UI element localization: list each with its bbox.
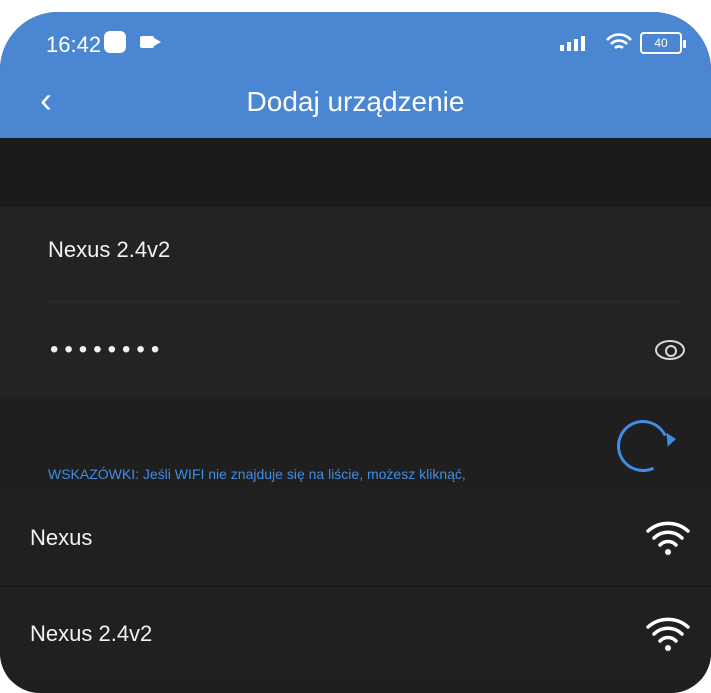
camera-icon xyxy=(140,36,161,48)
signal-icon xyxy=(560,36,585,51)
hint-text: WSKAZÓWKI: Jeśli WIFI nie znajduje się n… xyxy=(48,466,466,482)
password-field[interactable]: •••••••• xyxy=(0,302,711,398)
refresh-icon[interactable] xyxy=(609,412,677,480)
battery-icon: 40 xyxy=(640,32,686,54)
phone-screen: 16:42 40 ‹ Dodaj urządzenie Nexus 2.4v2 … xyxy=(0,12,711,693)
wifi-strength-icon xyxy=(643,607,693,657)
notification-icon xyxy=(104,31,126,53)
wifi-ssid-field[interactable]: Nexus 2.4v2 xyxy=(0,207,711,301)
wifi-strength-icon xyxy=(643,511,693,561)
password-value[interactable]: •••••••• xyxy=(50,336,165,364)
spacer xyxy=(0,138,711,206)
ssid-value[interactable]: Nexus 2.4v2 xyxy=(48,237,170,263)
list-item[interactable]: Nexus 2.4v2 xyxy=(0,587,711,681)
list-item[interactable]: Nexus xyxy=(0,491,711,585)
wifi-network-name: Nexus xyxy=(30,525,93,550)
header-bar: 16:42 40 ‹ Dodaj urządzenie xyxy=(0,12,711,138)
status-time: 16:42 xyxy=(46,32,102,57)
hint-area: WSKAZÓWKI: Jeśli WIFI nie znajduje się n… xyxy=(0,398,711,491)
wifi-status-icon xyxy=(605,32,633,57)
page-title: Dodaj urządzenie xyxy=(246,86,465,117)
wifi-network-name: Nexus 2.4v2 xyxy=(30,621,153,646)
eye-icon[interactable] xyxy=(655,340,685,360)
